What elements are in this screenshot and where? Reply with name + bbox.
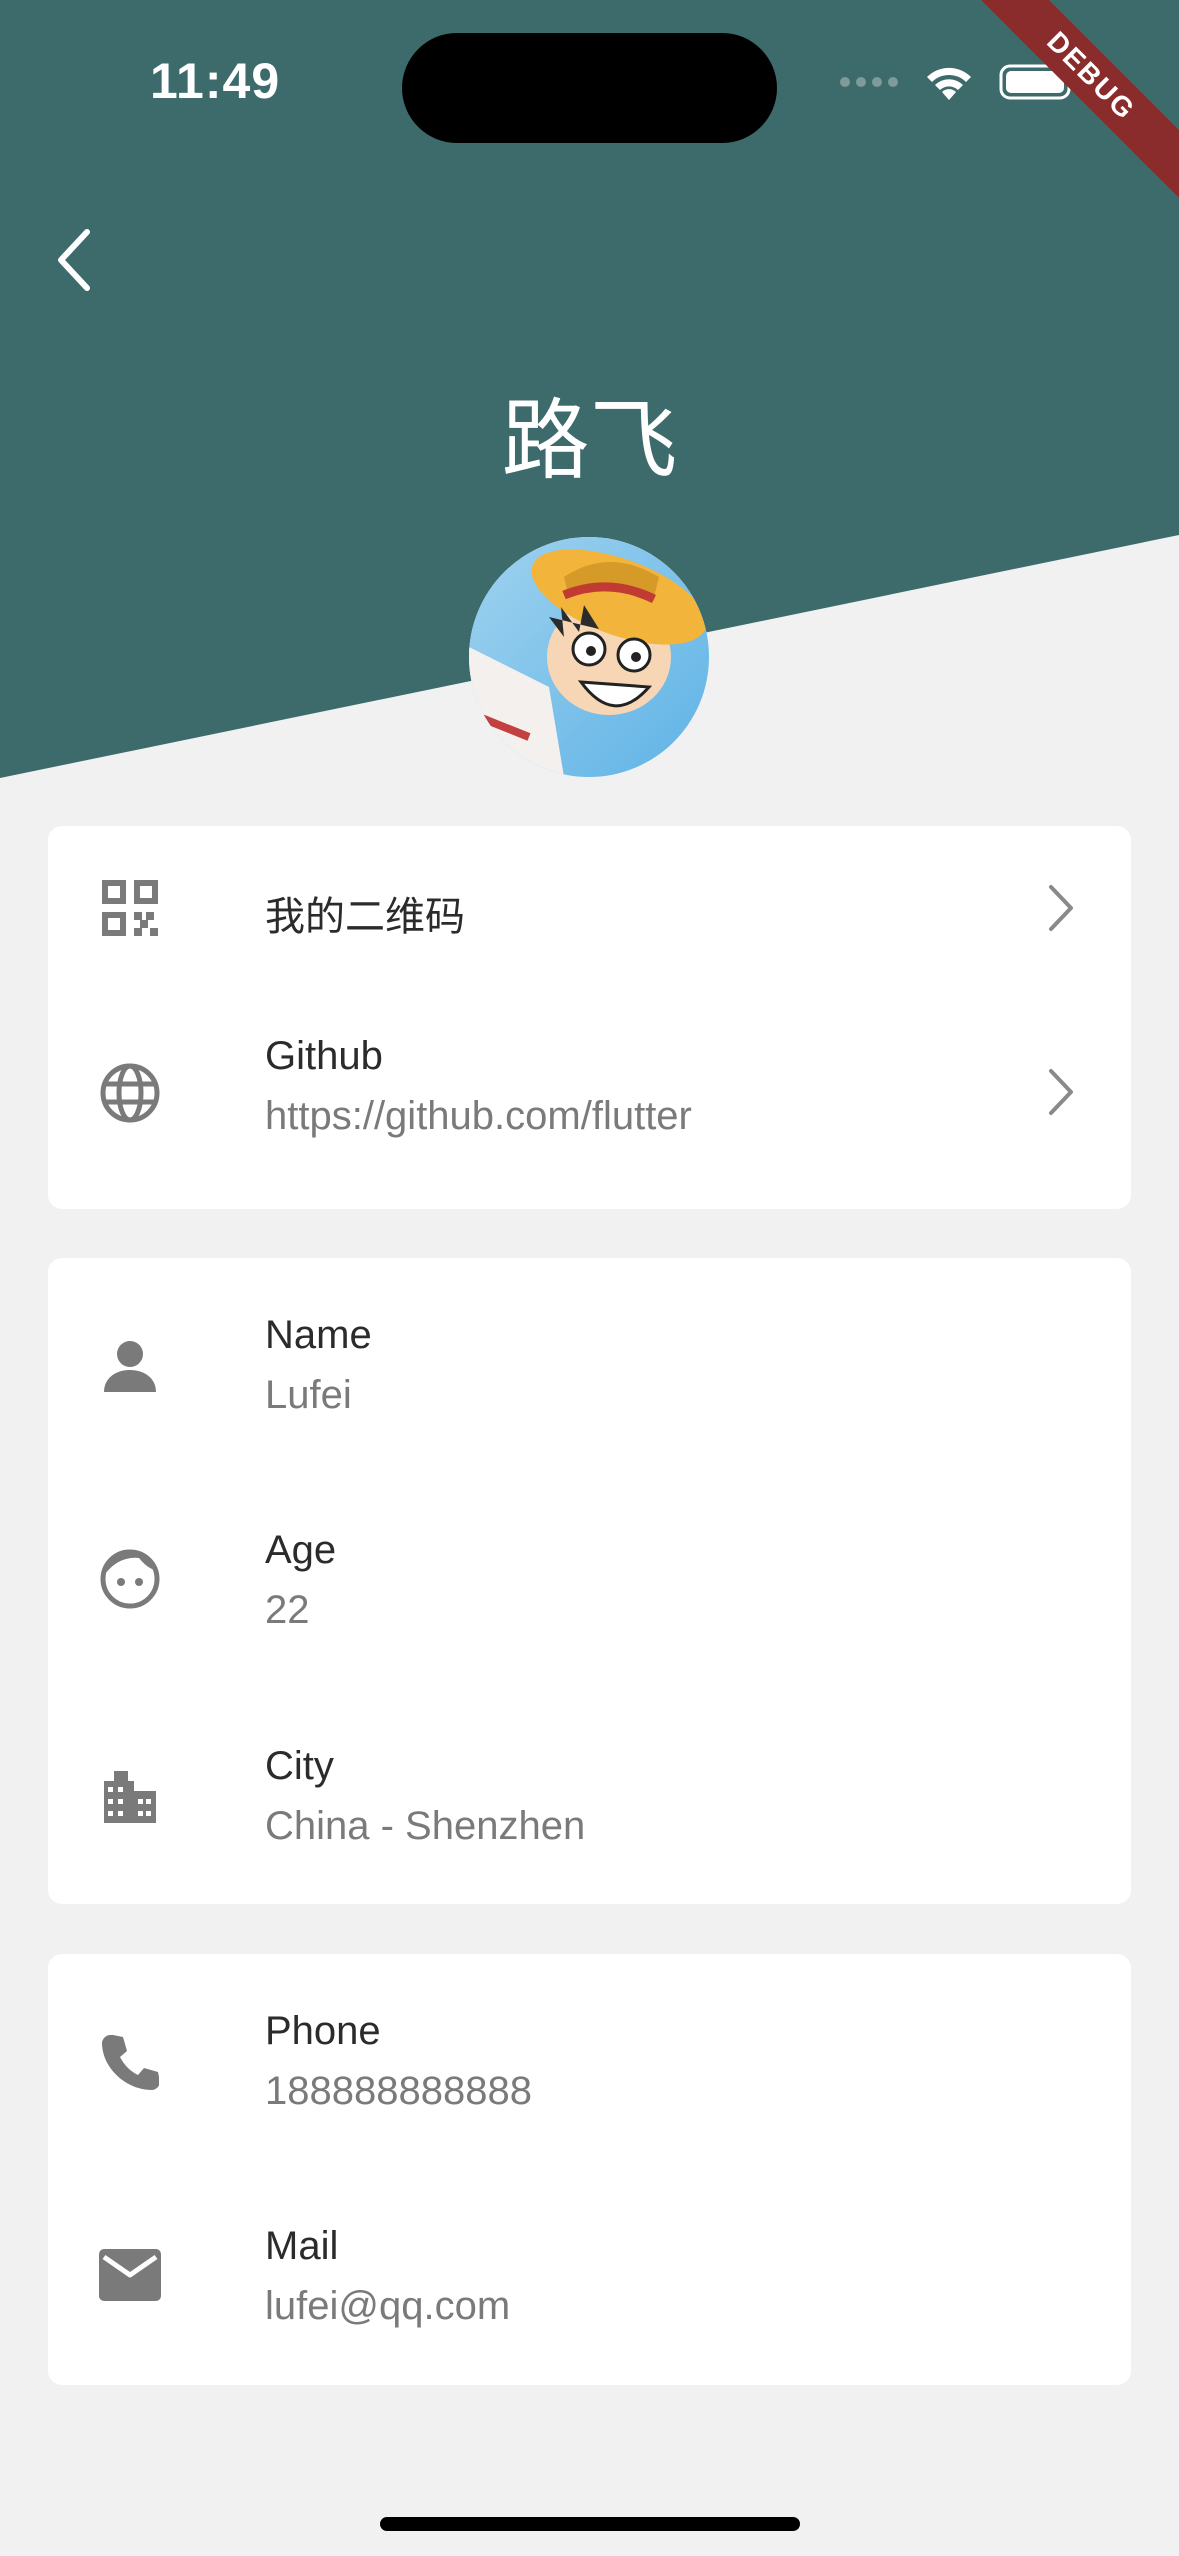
globe-icon [98,1061,162,1125]
row-phone: Phone 188888888888 [48,1954,1131,2169]
row-title: Name [265,1313,372,1357]
dynamic-island [402,33,777,143]
row-mail: Mail lufei@qq.com [48,2169,1131,2385]
row-subtitle: Lufei [265,1373,352,1417]
page-title: 路飞 [501,391,678,490]
city-icon [98,1763,162,1827]
chevron-right-icon [1041,1062,1081,1122]
card-contact: Phone 188888888888 Mail lufei@qq.com [48,1954,1131,2385]
wifi-icon [927,67,971,100]
person-icon [98,1334,162,1398]
row-title: Phone [265,2009,381,2053]
avatar-image [469,537,709,777]
card-links: 我的二维码 Github https://github.com/flutter [48,826,1131,1209]
row-name: Name Lufei [48,1258,1131,1473]
row-subtitle: China - Shenzhen [265,1804,586,1848]
back-button[interactable] [40,220,110,300]
row-title: Age [265,1528,337,1572]
chevron-right-icon [1041,878,1081,938]
row-subtitle: 188888888888 [265,2069,532,2113]
status-time: 11:49 [150,53,281,109]
row-city: City China - Shenzhen [48,1689,1131,1904]
row-age: Age 22 [48,1473,1131,1689]
phone-icon [98,2030,162,2094]
row-title: City [265,1744,334,1788]
avatar[interactable] [469,537,709,777]
row-title: Mail [265,2224,339,2268]
face-icon [98,1547,162,1611]
row-title: Github [265,1034,383,1078]
home-indicator[interactable] [380,2517,800,2531]
row-github[interactable]: Github https://github.com/flutter [48,991,1131,1209]
row-subtitle: https://github.com/flutter [265,1094,692,1138]
chevron-left-icon [58,229,90,291]
status-icons [839,62,1079,102]
row-title: 我的二维码 [265,895,465,939]
row-subtitle: lufei@qq.com [265,2284,511,2328]
row-subtitle: 22 [265,1588,310,1632]
row-qr-code[interactable]: 我的二维码 [48,826,1131,991]
qr-code-icon [98,876,162,940]
mail-icon [98,2243,162,2307]
signal-dots-icon [840,77,898,87]
card-profile: Name Lufei Age 22 City China - Shenzhen [48,1258,1131,1904]
